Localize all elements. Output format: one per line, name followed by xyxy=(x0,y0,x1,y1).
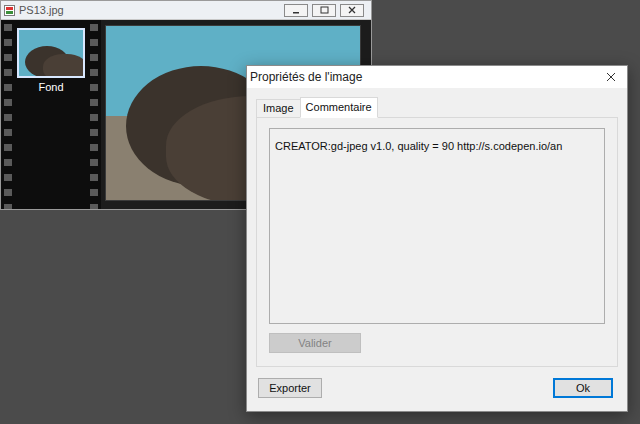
layer-thumbnail xyxy=(17,28,85,78)
layer-item[interactable]: Fond xyxy=(17,28,85,94)
button-row: Exporter Ok xyxy=(256,378,618,398)
dialog-title-bar[interactable]: Propriétés de l'image xyxy=(247,66,627,88)
tab-label: Commentaire xyxy=(306,102,372,113)
dialog-button[interactable]: Exporter xyxy=(258,378,322,398)
dialog-close-button[interactable] xyxy=(604,70,618,84)
close-button[interactable] xyxy=(340,4,364,17)
validate-button[interactable]: Valider xyxy=(269,333,361,353)
tab[interactable]: Image xyxy=(256,99,301,118)
close-icon xyxy=(606,72,616,82)
validate-label: Valider xyxy=(298,335,331,352)
title-bar[interactable]: PS13.jpg xyxy=(1,1,371,20)
image-file-icon xyxy=(4,5,15,16)
desktop: PS13.jpg Fond xyxy=(0,0,640,424)
comment-text: CREATOR:gd-jpeg v1.0, quality = 90 http:… xyxy=(275,140,562,152)
layer-list: Fond xyxy=(12,20,90,209)
minimize-button[interactable] xyxy=(284,4,308,17)
close-icon xyxy=(348,6,356,14)
tab-label: Image xyxy=(263,103,294,114)
window-title: PS13.jpg xyxy=(19,5,64,16)
minimize-icon xyxy=(292,6,300,14)
restore-icon xyxy=(320,6,329,14)
button-label: Exporter xyxy=(269,383,311,394)
comment-box[interactable]: CREATOR:gd-jpeg v1.0, quality = 90 http:… xyxy=(269,128,605,324)
button-label: Ok xyxy=(576,383,590,394)
tab-bar: Image Commentaire xyxy=(256,98,618,118)
maximize-button[interactable] xyxy=(312,4,336,17)
tab-panel: CREATOR:gd-jpeg v1.0, quality = 90 http:… xyxy=(256,117,618,367)
properties-dialog[interactable]: Propriétés de l'image Image Commentaire C… xyxy=(246,65,628,412)
layer-label: Fond xyxy=(38,81,63,94)
layers-strip: Fond xyxy=(1,20,101,209)
dialog-button[interactable]: Ok xyxy=(553,378,613,398)
tab[interactable]: Commentaire xyxy=(300,97,378,118)
dialog-title: Propriétés de l'image xyxy=(250,71,362,83)
